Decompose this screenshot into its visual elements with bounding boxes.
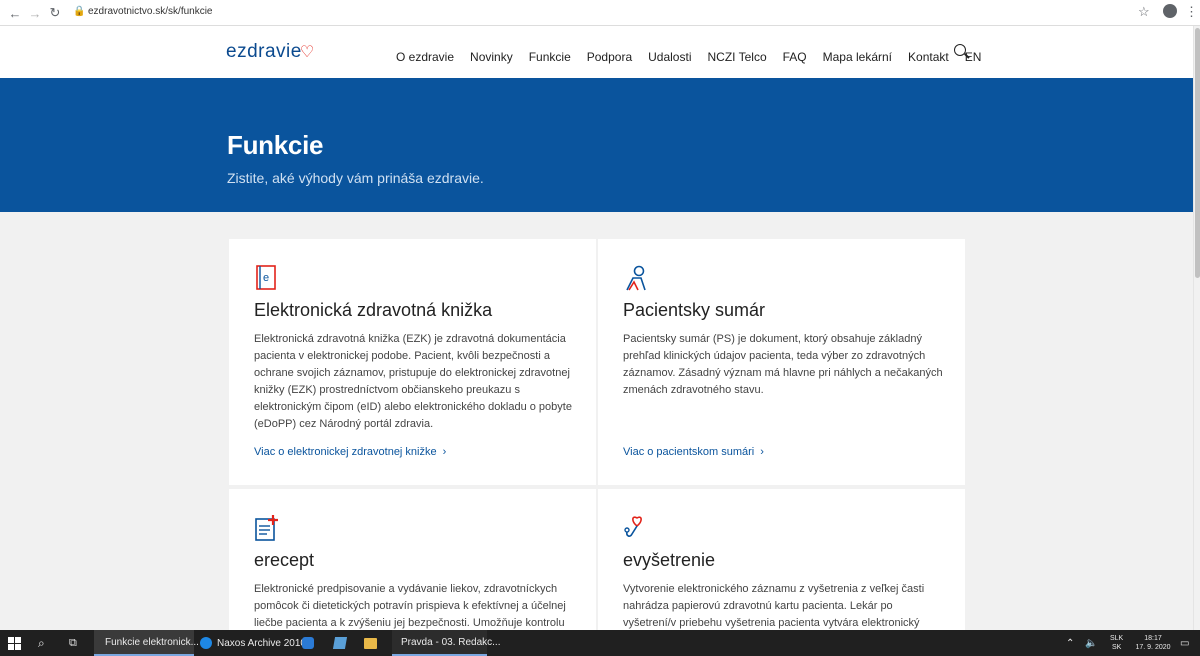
card-description: Pacientsky sumár (PS) je dokument, ktorý… — [623, 333, 943, 396]
taskbar-pravda-window[interactable]: Pravda - 03. Redakc... — [392, 630, 501, 656]
ezdravie-logo[interactable]: ezdravie♡ — [226, 41, 315, 63]
svg-text:e: e — [263, 272, 269, 284]
chevron-right-icon: › — [760, 446, 764, 458]
stethoscope-icon — [624, 516, 642, 537]
page-scrollbar[interactable] — [1193, 26, 1200, 630]
app-icon — [302, 637, 314, 649]
notification-icon[interactable]: ▭ — [1180, 630, 1189, 656]
card-title: Elektronická zdravotná knižka — [254, 300, 493, 320]
page-subtitle: Zistite, aké výhody vám prináša ezdravie… — [227, 170, 484, 186]
nav-funkcie[interactable]: Funkcie — [529, 50, 571, 64]
taskbar-chrome-window[interactable]: Funkcie elektronick... — [94, 630, 199, 656]
site-header: ezdravie♡ O ezdravie Novinky Funkcie Pod… — [0, 26, 1193, 78]
nav-podpora[interactable]: Podpora — [587, 50, 632, 64]
card-title: Pacientsky sumár — [623, 300, 766, 320]
taskbar-edge-window[interactable]: Naxos Archive 2010... — [200, 630, 314, 656]
browser-menu-icon[interactable]: ⋮ — [1185, 4, 1198, 20]
nav-faq[interactable]: FAQ — [783, 50, 807, 64]
folder-icon — [364, 637, 377, 649]
feature-card-ezk: e Elektronická zdravotná knižka Elektron… — [229, 239, 596, 485]
card-title: erecept — [254, 550, 315, 570]
taskbar-app-icon[interactable] — [302, 630, 316, 656]
nav-kontakt[interactable]: Kontakt — [908, 50, 949, 64]
card-title: evyšetrenie — [623, 550, 716, 570]
task-view-icon[interactable]: ⧉ — [69, 630, 77, 656]
feature-card-pacientsky-sumar: Pacientsky sumár Pacientsky sumár (PS) j… — [598, 239, 965, 485]
notepad-icon — [332, 637, 348, 649]
taskbar-clock[interactable]: 18:17 17. 9. 2020 — [1135, 630, 1171, 656]
taskbar-explorer-icon[interactable] — [364, 630, 377, 656]
windows-taskbar: ⌕ ⧉ Funkcie elektronick... Naxos Archive… — [0, 630, 1200, 656]
card-description: Elektronické predpisovanie a vydávanie l… — [254, 583, 566, 629]
card-link-pacientsky-sumar[interactable]: Viac o pacientskom sumári › — [623, 446, 764, 458]
nav-udalosti[interactable]: Udalosti — [648, 50, 691, 64]
feature-card-erecept: erecept Elektronické predpisovanie a vyd… — [229, 489, 596, 630]
forward-icon[interactable]: → — [26, 4, 44, 22]
taskbar-search-icon[interactable]: ⌕ — [38, 630, 45, 656]
card-link-ezk[interactable]: Viac o elektronickej zdravotnej knižke › — [254, 446, 446, 458]
address-bar[interactable]: ezdravotnictvo.sk/sk/funkcie — [88, 6, 213, 17]
hero-banner: Funkcie Zistite, aké výhody vám prináša … — [0, 78, 1193, 212]
bookmark-star-icon[interactable]: ☆ — [1138, 4, 1150, 20]
language-indicator[interactable]: SLK SK — [1110, 630, 1123, 656]
prescription-icon — [255, 515, 278, 541]
account-icon[interactable] — [1163, 4, 1177, 18]
feature-card-evysetrenie: evyšetrenie Vytvorenie elektronického zá… — [598, 489, 965, 630]
card-description: Elektronická zdravotná knižka (EZK) je z… — [254, 333, 572, 430]
search-icon[interactable] — [954, 44, 966, 56]
lock-icon: 🔒 — [73, 6, 86, 17]
edge-icon — [200, 637, 212, 649]
scrollbar-thumb[interactable] — [1195, 28, 1200, 278]
nav-nczi-telco[interactable]: NCZI Telco — [707, 50, 766, 64]
reload-icon[interactable]: ↻ — [46, 4, 64, 22]
browser-toolbar: ← → ↻ 🔒 ezdravotnictvo.sk/sk/funkcie ☆ ⋮ — [0, 0, 1200, 26]
system-tray-icons[interactable]: ⌃ 🔈 — [1066, 630, 1102, 656]
card-description: Vytvorenie elektronického záznamu z vyše… — [623, 583, 925, 629]
back-icon[interactable]: ← — [6, 4, 24, 22]
patient-icon — [626, 265, 646, 291]
book-icon: e — [256, 265, 276, 290]
taskbar-app-icon[interactable] — [332, 630, 348, 656]
nav-novinky[interactable]: Novinky — [470, 50, 513, 64]
windows-logo-icon — [8, 636, 21, 650]
start-button[interactable] — [8, 630, 24, 656]
nav-mapa-lekarni[interactable]: Mapa lekární — [823, 50, 892, 64]
chevron-right-icon: › — [442, 446, 447, 458]
page-title: Funkcie — [227, 130, 324, 160]
main-nav: O ezdravie Novinky Funkcie Podpora Udalo… — [396, 50, 981, 64]
nav-o-ezdravie[interactable]: O ezdravie — [396, 50, 454, 64]
